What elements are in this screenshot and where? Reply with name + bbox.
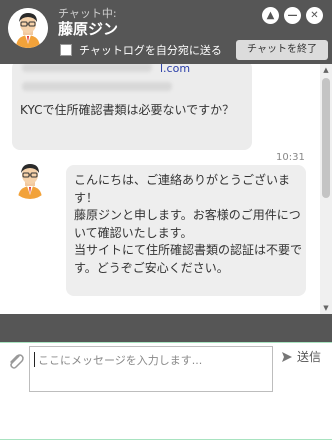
chat-header: チャット中: 藤原ジン ▲ — ✕ チャットログを自分宛に送る チャットを終了 — [0, 0, 332, 64]
operator-name: 藤原ジン — [58, 20, 119, 38]
close-button[interactable]: ✕ — [306, 7, 323, 24]
message-composer: ここにメッセージを入力します... 送信 — [0, 342, 332, 444]
scroll-down-arrow-icon[interactable]: ▼ — [320, 302, 332, 314]
collapse-up-button[interactable]: ▲ — [262, 7, 279, 24]
bottom-border — [0, 439, 332, 440]
agent-avatar — [10, 159, 50, 199]
scroll-up-arrow-icon[interactable]: ▲ — [320, 64, 332, 76]
chat-scrollbar[interactable]: ▲ ▼ — [320, 64, 332, 314]
scroll-thumb[interactable] — [322, 78, 330, 198]
send-log-option[interactable]: チャットログを自分宛に送る — [60, 42, 222, 58]
operator-avatar — [8, 8, 48, 48]
send-log-checkbox[interactable] — [60, 44, 72, 56]
divider-bar — [0, 314, 332, 342]
agent-message-bubble: こんにちは、ご連絡ありがとうございます！ 藤原ジンと申します。お客様のご用件につ… — [66, 165, 306, 296]
user-message-bubble: l.com KYCで住所確認書類は必要ないですか？ — [12, 64, 252, 150]
send-arrow-icon — [282, 351, 292, 362]
send-log-label: チャットログを自分宛に送る — [79, 44, 222, 57]
message-placeholder: ここにメッセージを入力します... — [38, 354, 203, 367]
send-label: 送信 — [297, 350, 322, 364]
chat-transcript: l.com KYCで住所確認書類は必要ないですか？ 10:31 こんにちは、ご連… — [0, 64, 320, 314]
agent-message-text: こんにちは、ご連絡ありがとうございます！ 藤原ジンと申します。お客様のご用件につ… — [74, 173, 303, 275]
redacted-email — [22, 64, 152, 72]
user-email-fragment: l.com — [160, 64, 191, 75]
redacted-text — [22, 82, 172, 91]
user-message-text: KYCで住所確認書類は必要ないですか？ — [20, 103, 235, 117]
minimize-button[interactable]: — — [284, 7, 301, 24]
text-caret — [34, 352, 35, 367]
paperclip-icon[interactable] — [5, 351, 27, 373]
send-button[interactable]: 送信 — [280, 348, 321, 365]
message-input[interactable]: ここにメッセージを入力します... — [29, 346, 273, 392]
end-chat-button[interactable]: チャットを終了 — [236, 40, 328, 60]
message-timestamp: 10:31 — [276, 152, 305, 163]
